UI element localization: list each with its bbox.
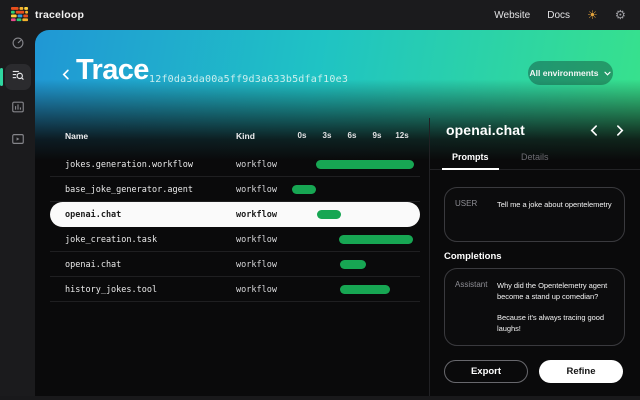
back-button[interactable] <box>58 66 74 82</box>
tab-prompts[interactable]: Prompts <box>442 148 499 170</box>
sun-icon[interactable]: ☀ <box>587 9 598 21</box>
website-link[interactable]: Website <box>494 10 530 21</box>
trace-search-icon <box>11 68 25 87</box>
duration-bar <box>340 285 390 294</box>
span-kind: workflow <box>236 160 277 170</box>
span-kind: workflow <box>236 235 277 245</box>
refine-button[interactable]: Refine <box>539 360 623 383</box>
span-name: base_joke_generator.agent <box>65 185 193 195</box>
export-button[interactable]: Export <box>444 360 528 383</box>
prev-span-button[interactable] <box>588 124 600 136</box>
table-row[interactable]: base_joke_generator.agent workflow <box>50 177 420 202</box>
completion-card: Assistant Why did the Opentelemetry agen… <box>444 268 625 346</box>
prompt-text: Tell me a joke about opentelemetry <box>497 199 614 230</box>
span-name: jokes.generation.workflow <box>65 160 193 170</box>
selected-span-title: openai.chat <box>446 122 525 138</box>
time-tick: 0s <box>298 131 307 140</box>
table-row[interactable]: history_jokes.tool workflow <box>50 277 420 302</box>
span-kind: workflow <box>236 185 277 195</box>
sidebar-item-traces[interactable] <box>5 64 31 90</box>
brand[interactable]: traceloop <box>11 7 84 24</box>
sidebar-item-playground[interactable] <box>5 128 31 154</box>
completions-heading: Completions <box>444 251 502 262</box>
main-panel: Trace 12f0da3da00a5ff9d3a633b5dfaf10e3 A… <box>35 30 640 400</box>
duration-bar <box>316 160 414 169</box>
column-header-kind: Kind <box>236 131 255 141</box>
duration-bar <box>340 260 366 269</box>
time-tick: 9s <box>373 131 382 140</box>
table-row[interactable]: joke_creation.task workflow <box>50 227 420 252</box>
span-table: jokes.generation.workflow workflow base_… <box>50 152 420 302</box>
completion-role-label: Assistant <box>455 280 497 334</box>
span-kind: workflow <box>236 260 277 270</box>
span-kind: workflow <box>236 285 277 295</box>
time-tick: 3s <box>323 131 332 140</box>
time-tick: 12s <box>395 131 408 140</box>
span-name: history_jokes.tool <box>65 285 157 295</box>
left-sidebar <box>0 30 35 400</box>
gauge-icon <box>11 36 25 55</box>
docs-link[interactable]: Docs <box>547 10 570 21</box>
bar-chart-icon <box>11 100 25 119</box>
table-row[interactable]: jokes.generation.workflow workflow <box>50 152 420 177</box>
completion-paragraph: Why did the Opentelemetry agent become a… <box>497 280 614 303</box>
duration-bar <box>339 235 413 244</box>
environment-selector[interactable]: All environments <box>528 61 613 85</box>
completion-text: Why did the Opentelemetry agent become a… <box>497 280 614 334</box>
table-row-selected[interactable]: openai.chat workflow <box>50 202 420 227</box>
span-name: openai.chat <box>65 210 121 220</box>
span-name: joke_creation.task <box>65 235 157 245</box>
table-header: Name Kind 0s 3s 6s 9s 12s <box>50 131 420 147</box>
duration-bar <box>292 185 316 194</box>
duration-bar <box>317 210 341 219</box>
window-bottom-strip <box>0 396 640 400</box>
column-header-name: Name <box>65 131 88 141</box>
chevron-down-icon <box>604 68 611 78</box>
tab-details[interactable]: Details <box>511 148 559 170</box>
page-title: Trace <box>76 54 149 87</box>
top-bar: traceloop Website Docs ☀ ⚙ <box>0 0 640 30</box>
sidebar-item-dashboard[interactable] <box>5 32 31 58</box>
span-name: openai.chat <box>65 260 121 270</box>
traceloop-logo-icon <box>11 7 28 24</box>
trace-id: 12f0da3da00a5ff9d3a633b5dfaf10e3 <box>149 74 348 85</box>
gear-icon[interactable]: ⚙ <box>615 9 626 22</box>
environment-selector-value: All environments <box>530 68 599 78</box>
prompt-card: USER Tell me a joke about opentelemetry <box>444 187 625 242</box>
sidebar-item-analytics[interactable] <box>5 96 31 122</box>
details-panel: openai.chat Prompts Details USER Tell me… <box>429 118 640 400</box>
span-kind: workflow <box>236 210 277 220</box>
next-span-button[interactable] <box>613 124 625 136</box>
terminal-icon <box>11 132 25 151</box>
brand-name: traceloop <box>35 9 84 21</box>
table-row[interactable]: openai.chat workflow <box>50 252 420 277</box>
completion-paragraph: Because it's always tracing good laughs! <box>497 312 614 335</box>
prompt-role-label: USER <box>455 199 497 230</box>
details-tabs: Prompts Details <box>430 147 640 170</box>
time-tick: 6s <box>348 131 357 140</box>
